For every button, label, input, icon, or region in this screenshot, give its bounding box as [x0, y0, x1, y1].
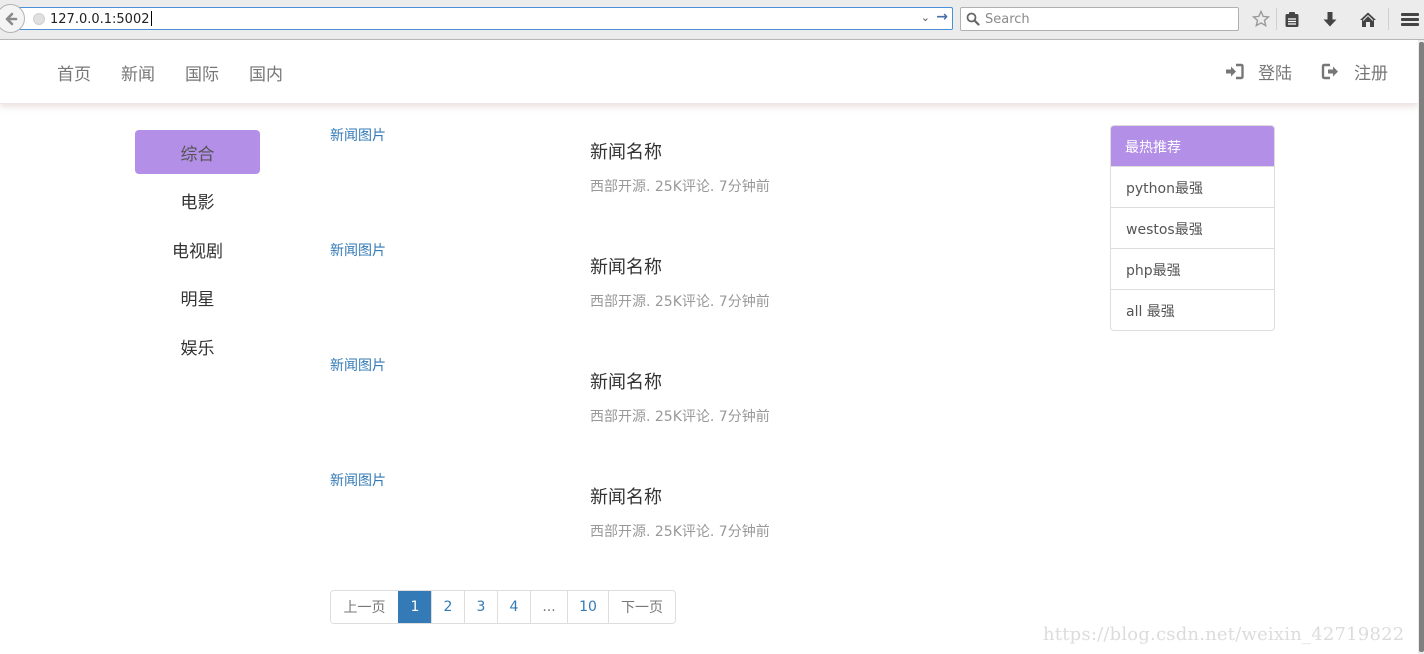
text-caret: [150, 11, 152, 26]
hot-recommend-panel: 最热推荐 python最强 westos最强 php最强 all 最强: [1110, 125, 1275, 331]
reading-list-button[interactable]: [1282, 9, 1302, 29]
page-ellipsis: ...: [530, 591, 567, 623]
toolbar-separator: [1276, 8, 1277, 30]
prev-page-button[interactable]: 上一页: [331, 591, 398, 623]
downloads-button[interactable]: [1320, 9, 1340, 29]
news-title[interactable]: 新闻名称: [590, 138, 662, 164]
home-button[interactable]: [1358, 9, 1378, 29]
news-item: 新闻图片 新闻名称 西部开源. 25K评论. 7分钟前: [330, 470, 1030, 585]
home-icon: [1360, 12, 1376, 27]
search-icon: [966, 12, 980, 26]
news-item: 新闻图片 新闻名称 西部开源. 25K评论. 7分钟前: [330, 240, 1030, 355]
news-meta: 西部开源. 25K评论. 7分钟前: [590, 409, 770, 425]
search-input[interactable]: [985, 10, 1235, 28]
sidebar-item-general[interactable]: 综合: [135, 130, 260, 174]
news-item: 新闻图片 新闻名称 西部开源. 25K评论. 7分钟前: [330, 125, 1030, 240]
news-meta: 西部开源. 25K评论. 7分钟前: [590, 294, 770, 310]
bookmark-star-button[interactable]: [1251, 9, 1271, 29]
scrollbar-thumb[interactable]: [1419, 42, 1424, 652]
news-image-link[interactable]: 新闻图片: [330, 470, 386, 490]
news-title[interactable]: 新闻名称: [590, 483, 662, 509]
news-image-link[interactable]: 新闻图片: [330, 355, 386, 375]
nav-domestic[interactable]: 国内: [249, 60, 283, 85]
news-image-link[interactable]: 新闻图片: [330, 240, 386, 260]
login-label: 登陆: [1258, 64, 1292, 84]
page-2-button[interactable]: 2: [431, 591, 464, 623]
back-arrow-icon: [5, 12, 17, 25]
next-page-button[interactable]: 下一页: [608, 591, 675, 623]
go-arrow-icon[interactable]: →: [936, 9, 948, 25]
category-sidebar: 综合 电影 电视剧 明星 娱乐: [135, 130, 260, 373]
menu-button[interactable]: [1400, 9, 1420, 29]
browser-toolbar: 127.0.0.1:5002 ⌄ →: [0, 0, 1424, 40]
log-in-icon: [1226, 63, 1244, 80]
page-3-button[interactable]: 3: [464, 591, 497, 623]
news-meta: 西部开源. 25K评论. 7分钟前: [590, 524, 770, 540]
web-page: 首页 新闻 国际 国内 登陆 注册 综合 电影 电视剧 明星 娱乐 新闻图片 新…: [0, 40, 1418, 654]
sidebar-item-celebrities[interactable]: 明星: [135, 276, 260, 320]
url-text[interactable]: 127.0.0.1:5002: [50, 11, 152, 27]
download-icon: [1323, 11, 1337, 26]
register-label: 注册: [1354, 64, 1388, 84]
news-image-link[interactable]: 新闻图片: [330, 125, 386, 145]
toolbar-separator: [1388, 8, 1389, 30]
url-bar[interactable]: 127.0.0.1:5002 ⌄ →: [16, 7, 953, 30]
hot-item[interactable]: php最强: [1111, 248, 1274, 289]
page-4-button[interactable]: 4: [497, 591, 530, 623]
menu-icon: [1401, 12, 1419, 26]
sidebar-item-tv-series[interactable]: 电视剧: [135, 227, 260, 271]
page-1-button[interactable]: 1: [398, 591, 431, 623]
nav-news[interactable]: 新闻: [121, 60, 155, 85]
globe-icon: [33, 13, 45, 25]
hot-recommend-title: 最热推荐: [1111, 126, 1274, 166]
news-meta: 西部开源. 25K评论. 7分钟前: [590, 179, 770, 195]
watermark-text: https://blog.csdn.net/weixin_42719822: [1043, 624, 1405, 645]
vertical-scrollbar[interactable]: [1418, 40, 1424, 654]
search-bar[interactable]: [960, 7, 1239, 31]
login-link[interactable]: 登陆: [1225, 59, 1292, 84]
news-list: 新闻图片 新闻名称 西部开源. 25K评论. 7分钟前 新闻图片 新闻名称 西部…: [330, 125, 1030, 585]
news-title[interactable]: 新闻名称: [590, 253, 662, 279]
star-icon: [1252, 10, 1270, 28]
news-item: 新闻图片 新闻名称 西部开源. 25K评论. 7分钟前: [330, 355, 1030, 470]
chevron-down-icon[interactable]: ⌄: [921, 11, 930, 24]
hot-item[interactable]: all 最强: [1111, 289, 1274, 330]
news-title[interactable]: 新闻名称: [590, 368, 662, 394]
register-link[interactable]: 注册: [1321, 59, 1388, 84]
hot-item[interactable]: python最强: [1111, 166, 1274, 207]
log-out-icon: [1321, 63, 1338, 80]
nav-international[interactable]: 国际: [185, 60, 219, 85]
hot-item[interactable]: westos最强: [1111, 207, 1274, 248]
clipboard-icon: [1285, 11, 1299, 27]
nav-home[interactable]: 首页: [57, 60, 91, 85]
page-10-button[interactable]: 10: [567, 591, 608, 623]
top-navbar: 首页 新闻 国际 国内 登陆 注册: [0, 40, 1418, 104]
sidebar-item-entertainment[interactable]: 娱乐: [135, 324, 260, 368]
sidebar-item-movies[interactable]: 电影: [135, 179, 260, 223]
pagination: 上一页 1 2 3 4 ... 10 下一页: [330, 590, 676, 624]
